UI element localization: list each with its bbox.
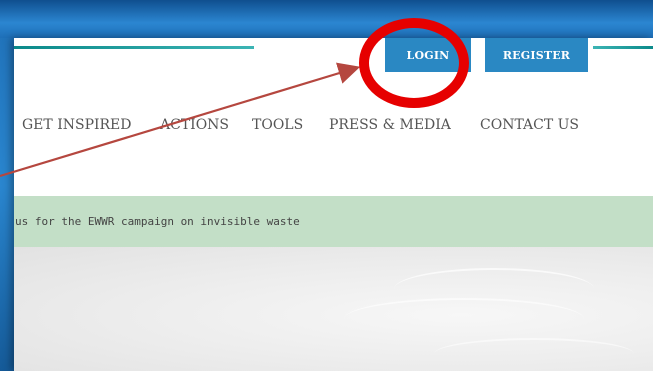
webpage: LOGIN REGISTER GET INSPIRED ACTIONS TOOL… xyxy=(14,38,653,371)
nav-item-get-inspired[interactable]: GET INSPIRED xyxy=(22,114,132,136)
teal-accent-line xyxy=(14,46,254,49)
nav-item-contact-us[interactable]: CONTACT US xyxy=(480,114,579,136)
background-wave xyxy=(344,298,584,340)
browser-top-band xyxy=(0,0,653,38)
background-wave xyxy=(434,338,634,370)
teal-accent-line-right xyxy=(593,46,653,49)
register-button[interactable]: REGISTER xyxy=(485,38,588,72)
nav-item-tools[interactable]: TOOLS xyxy=(252,114,303,136)
main-nav: GET INSPIRED ACTIONS TOOLS PRESS & MEDIA… xyxy=(14,114,634,136)
banner-text: us for the EWWR campaign on invisible wa… xyxy=(15,215,300,228)
login-button[interactable]: LOGIN xyxy=(385,38,471,72)
campaign-banner: us for the EWWR campaign on invisible wa… xyxy=(14,196,653,247)
nav-item-press-media[interactable]: PRESS & MEDIA xyxy=(329,114,451,136)
screenshot-stage: LOGIN REGISTER GET INSPIRED ACTIONS TOOL… xyxy=(0,0,653,371)
nav-item-actions[interactable]: ACTIONS xyxy=(160,114,229,136)
